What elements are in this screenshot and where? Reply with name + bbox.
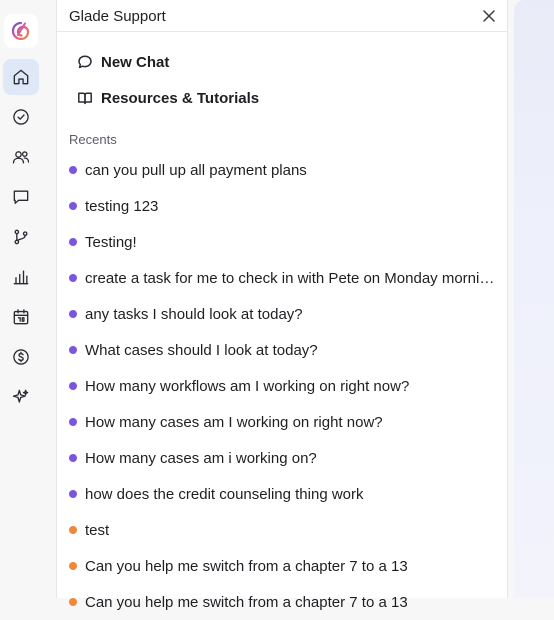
recent-chat-title: can you pull up all payment plans bbox=[85, 161, 307, 179]
nav-home[interactable] bbox=[3, 59, 39, 95]
status-dot-icon bbox=[69, 166, 77, 174]
status-dot-icon bbox=[69, 346, 77, 354]
nav-workflows[interactable] bbox=[3, 219, 39, 255]
status-dot-icon bbox=[69, 454, 77, 462]
recent-chat-item[interactable]: testing 123 bbox=[69, 188, 499, 224]
recent-chat-title: Can you help me switch from a chapter 7 … bbox=[85, 593, 408, 611]
sparkles-icon bbox=[12, 389, 29, 403]
app-logo[interactable] bbox=[4, 14, 38, 48]
recent-chat-title: testing 123 bbox=[85, 197, 159, 215]
main-content-edge bbox=[514, 0, 554, 598]
nav-rail bbox=[0, 0, 42, 598]
nav-billing[interactable] bbox=[3, 339, 39, 375]
support-panel: Glade Support New Chat Resources & Tutor… bbox=[56, 0, 508, 611]
status-dot-icon bbox=[69, 562, 77, 570]
recents-list: can you pull up all payment plans testing… bbox=[69, 152, 499, 620]
chat-bubble-icon bbox=[78, 55, 92, 69]
recent-chat-item[interactable]: What cases should I look at today? bbox=[69, 332, 499, 368]
recent-chat-title: Can you help me switch from a chapter 7 … bbox=[85, 557, 408, 575]
recent-chat-item[interactable]: test bbox=[69, 512, 499, 548]
recent-chat-title: Testing! bbox=[85, 233, 137, 251]
close-icon bbox=[483, 10, 495, 22]
recent-chat-item[interactable]: can you pull up all payment plans bbox=[69, 152, 499, 188]
recent-chat-title: create a task for me to check in with Pe… bbox=[85, 269, 497, 287]
recent-chat-title: any tasks I should look at today? bbox=[85, 305, 303, 323]
nav-calendar[interactable] bbox=[3, 299, 39, 335]
recent-chat-title: How many workflows am I working on right… bbox=[85, 377, 410, 395]
new-chat-button[interactable]: New Chat bbox=[77, 50, 169, 74]
dollar-circle-icon bbox=[13, 349, 29, 365]
git-branch-icon bbox=[14, 229, 28, 245]
nav-messages[interactable] bbox=[3, 179, 39, 215]
home-icon bbox=[13, 69, 29, 85]
nav-reports[interactable] bbox=[3, 259, 39, 295]
status-dot-icon bbox=[69, 526, 77, 534]
recent-chat-item[interactable]: create a task for me to check in with Pe… bbox=[69, 260, 499, 296]
recent-chat-item[interactable]: Testing! bbox=[69, 224, 499, 260]
recent-chat-item[interactable]: Can you help me switch from a chapter 7 … bbox=[69, 548, 499, 584]
users-icon bbox=[12, 151, 30, 164]
recent-chat-title: how does the credit counseling thing wor… bbox=[85, 485, 364, 503]
status-dot-icon bbox=[69, 598, 77, 606]
recent-chat-item[interactable]: any tasks I should look at today? bbox=[69, 296, 499, 332]
recent-chat-item[interactable]: How many cases am i working on? bbox=[69, 440, 499, 476]
recent-chat-item[interactable]: Can you help me switch from a chapter 7 … bbox=[69, 584, 499, 620]
status-dot-icon bbox=[69, 310, 77, 318]
recents-heading: Recents bbox=[69, 132, 117, 147]
nav-contacts[interactable] bbox=[3, 139, 39, 175]
status-dot-icon bbox=[69, 418, 77, 426]
bar-chart-icon bbox=[13, 270, 29, 285]
recent-chat-title: How many cases am I working on right now… bbox=[85, 413, 383, 431]
new-chat-label: New Chat bbox=[101, 53, 170, 71]
book-open-icon bbox=[78, 92, 92, 105]
message-square-icon bbox=[13, 190, 29, 204]
resources-label: Resources & Tutorials bbox=[101, 89, 260, 107]
status-dot-icon bbox=[69, 274, 77, 282]
recent-chat-item[interactable]: how does the credit counseling thing wor… bbox=[69, 476, 499, 512]
nav-ai-assistant[interactable] bbox=[3, 379, 39, 415]
recent-chat-title: test bbox=[85, 521, 110, 539]
status-dot-icon bbox=[69, 202, 77, 210]
recent-chat-item[interactable]: How many cases am I working on right now… bbox=[69, 404, 499, 440]
resources-tutorials-button[interactable]: Resources & Tutorials bbox=[77, 86, 259, 110]
calendar-icon bbox=[13, 309, 29, 325]
status-dot-icon bbox=[69, 238, 77, 246]
glade-logo-icon bbox=[11, 21, 30, 41]
status-dot-icon bbox=[69, 490, 77, 498]
status-dot-icon bbox=[69, 382, 77, 390]
recent-chat-title: How many cases am i working on? bbox=[85, 449, 317, 467]
nav-tasks[interactable] bbox=[3, 99, 39, 135]
close-button[interactable] bbox=[481, 8, 497, 24]
check-circle-icon bbox=[13, 109, 29, 125]
recent-chat-title: What cases should I look at today? bbox=[85, 341, 318, 359]
panel-header: Glade Support bbox=[57, 0, 507, 32]
recent-chat-item[interactable]: How many workflows am I working on right… bbox=[69, 368, 499, 404]
panel-title: Glade Support bbox=[69, 8, 166, 25]
